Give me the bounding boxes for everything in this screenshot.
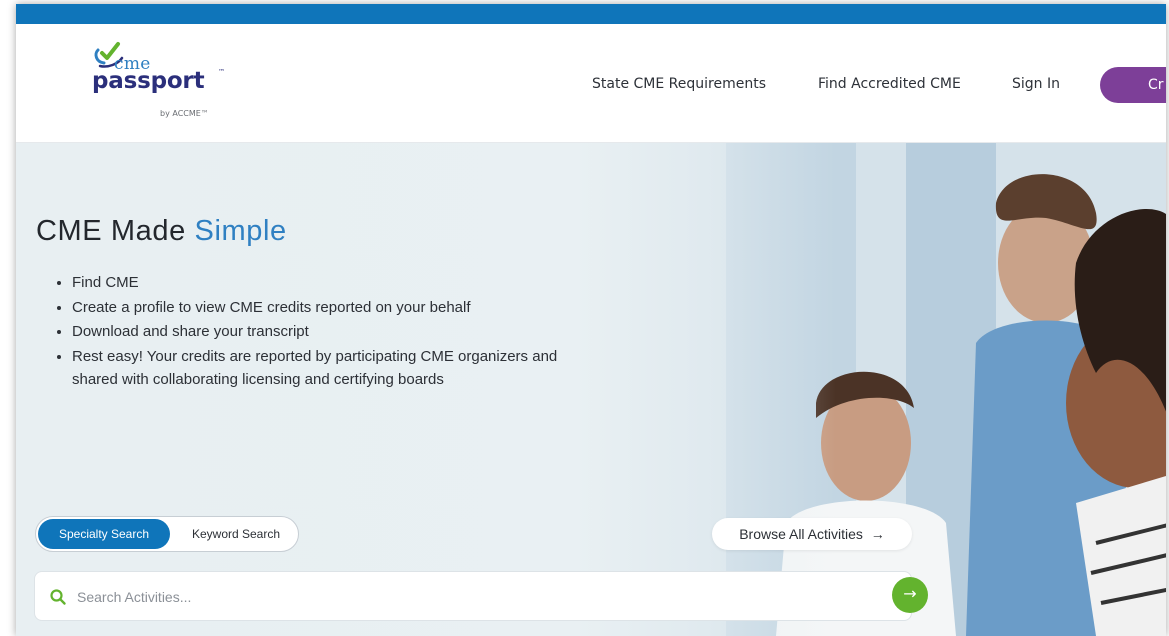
site-header: cme passport ™ by ACCME™ State CME Requi… bbox=[16, 24, 1166, 143]
logo-passport-text: passport bbox=[92, 68, 205, 94]
create-account-button[interactable]: Cr bbox=[1100, 67, 1166, 103]
search-submit-button[interactable]: → bbox=[892, 577, 928, 613]
logo-byline: by ACCME™ bbox=[160, 109, 209, 118]
nav-state-cme-requirements[interactable]: State CME Requirements bbox=[592, 76, 766, 92]
hero-title-accent: Simple bbox=[194, 215, 287, 247]
hero-title-main: CME Made bbox=[36, 215, 195, 247]
browse-all-activities-label: Browse All Activities bbox=[739, 526, 863, 542]
feature-list: Find CME Create a profile to view CME cr… bbox=[52, 271, 572, 393]
search-input[interactable] bbox=[75, 584, 879, 610]
photo-fade-overlay bbox=[576, 143, 836, 636]
browse-all-activities-button[interactable]: Browse All Activities → bbox=[712, 518, 912, 550]
search-bar bbox=[34, 571, 912, 621]
nav-sign-in[interactable]: Sign In bbox=[1012, 76, 1060, 92]
hero-title: CME Made Simple bbox=[36, 215, 287, 248]
tab-keyword-search[interactable]: Keyword Search bbox=[176, 519, 296, 549]
arrow-right-icon: → bbox=[870, 526, 885, 542]
browser-viewport: cme passport ™ by ACCME™ State CME Requi… bbox=[16, 4, 1166, 636]
tab-specialty-search[interactable]: Specialty Search bbox=[38, 519, 170, 549]
hero-section: CME Made Simple Find CME Create a profil… bbox=[16, 143, 1166, 636]
top-accent-bar bbox=[16, 4, 1166, 24]
list-item: Find CME bbox=[72, 271, 572, 295]
nav-find-accredited-cme[interactable]: Find Accredited CME bbox=[818, 76, 961, 92]
cme-passport-logo[interactable]: cme passport ™ by ACCME™ bbox=[92, 40, 232, 130]
search-icon bbox=[50, 589, 66, 605]
list-item: Create a profile to view CME credits rep… bbox=[72, 296, 572, 320]
list-item: Rest easy! Your credits are reported by … bbox=[72, 345, 572, 392]
search-type-toggle: Specialty Search Keyword Search bbox=[35, 516, 299, 552]
arrow-right-icon: → bbox=[903, 584, 917, 603]
logo-trademark: ™ bbox=[218, 68, 225, 76]
list-item: Download and share your transcript bbox=[72, 320, 572, 344]
